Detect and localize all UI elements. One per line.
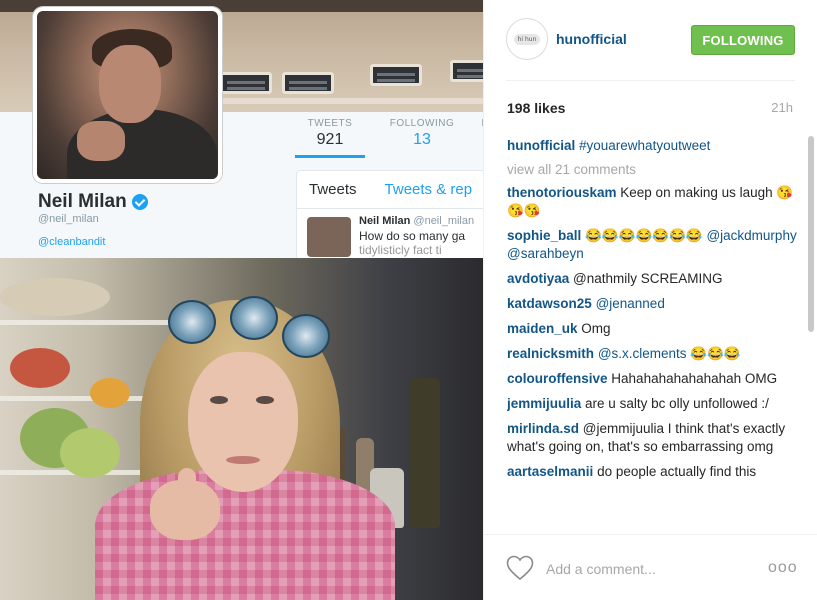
comment-username[interactable]: jemmijuulia — [507, 396, 581, 411]
comment-username[interactable]: mirlinda.sd — [507, 421, 579, 436]
header-divider — [506, 80, 795, 81]
twitter-avatar — [33, 7, 222, 183]
comment-item: aartaselmanii do people actually find th… — [507, 463, 797, 481]
twitter-link: @cleanbandit — [38, 236, 106, 248]
header-username[interactable]: hunofficial — [556, 31, 627, 47]
avatar[interactable]: hi hun — [506, 18, 548, 60]
more-options-icon[interactable]: ooo — [768, 559, 798, 577]
post-header: hi hun hunofficial FOLLOWING — [484, 0, 817, 80]
add-comment-input[interactable] — [546, 559, 746, 579]
comments-list: hunofficial #youarewhatyoutweet view all… — [507, 137, 797, 534]
comment-text: do people actually find this — [597, 464, 757, 479]
comment-item: thenotoriouskam Keep on making us laugh … — [507, 184, 797, 220]
comment-item: jemmijuulia are u salty bc olly unfollow… — [507, 395, 797, 413]
following-button[interactable]: FOLLOWING — [691, 25, 795, 55]
caption-username[interactable]: hunofficial — [507, 138, 575, 153]
comment-item: colouroffensive Hahahahahahahahah OMG — [507, 370, 797, 388]
verified-icon — [131, 194, 148, 210]
comment-item: katdawson25 @jenanned — [507, 295, 797, 313]
post-sidebar: hi hun hunofficial FOLLOWING 198 likes 2… — [483, 0, 817, 600]
comment-text: @jenanned — [595, 296, 665, 311]
comment-username[interactable]: sophie_ball — [507, 228, 581, 243]
comment-text: @nathmily SCREAMING — [573, 271, 723, 286]
comment-username[interactable]: realnicksmith — [507, 346, 594, 361]
heart-icon[interactable] — [506, 555, 534, 581]
tab-tweets-replies: Tweets & rep — [384, 181, 473, 198]
tab-tweets: Tweets — [309, 181, 357, 198]
comment-item: maiden_uk Omg — [507, 320, 797, 338]
twitter-tweet: Neil Milan @neil_milan How do so many ga… — [297, 209, 483, 257]
comment-username[interactable]: aartaselmanii — [507, 464, 593, 479]
post-timestamp[interactable]: 21h — [771, 100, 793, 115]
comment-item: realnicksmith @s.x.clements 😂😂😂 — [507, 345, 797, 363]
caption-hashtag[interactable]: #youarewhatyoutweet — [579, 138, 710, 153]
comment-username[interactable]: avdotiyaa — [507, 271, 569, 286]
comment-text: Omg — [581, 321, 611, 336]
twitter-handle: @neil_milan — [38, 213, 99, 225]
comments-scrollbar[interactable] — [808, 136, 814, 332]
instagram-post-view: TWEETS 921 FOLLOWING 13 FO 1 Neil Milan … — [0, 0, 817, 600]
caption: hunofficial #youarewhatyoutweet — [507, 137, 797, 155]
comment-username[interactable]: katdawson25 — [507, 296, 592, 311]
comment-text: are u salty bc olly unfollowed :/ — [585, 396, 769, 411]
comment-item: avdotiyaa @nathmily SCREAMING — [507, 270, 797, 288]
add-comment-bar: ooo — [484, 534, 817, 600]
twitter-stats: TWEETS 921 FOLLOWING 13 FO 1 — [295, 118, 483, 158]
twitter-tabs: Tweets Tweets & rep — [297, 171, 483, 209]
comment-text: @s.x.clements 😂😂😂 — [597, 346, 741, 361]
comment-item: sophie_ball 😂😂😂😂😂😂😂 @jackdmurphy @sarahb… — [507, 227, 797, 263]
comment-item: mirlinda.sd @jemmijuulia I think that's … — [507, 420, 797, 456]
comment-username[interactable]: colouroffensive — [507, 371, 608, 386]
twitter-name: Neil Milan — [38, 191, 148, 213]
post-image: TWEETS 921 FOLLOWING 13 FO 1 Neil Milan … — [0, 0, 483, 600]
view-all-comments-link[interactable]: view all 21 comments — [507, 162, 797, 177]
stat-following: FOLLOWING 13 — [389, 118, 455, 148]
stat-tweets: TWEETS 921 — [295, 118, 365, 158]
likes-count[interactable]: 198 likes — [507, 100, 565, 116]
comment-username[interactable]: maiden_uk — [507, 321, 578, 336]
tweet-avatar — [307, 217, 351, 257]
comment-text: Hahahahahahahahah OMG — [611, 371, 778, 386]
avatar-text: hi hun — [513, 33, 541, 45]
twitter-profile-screenshot: TWEETS 921 FOLLOWING 13 FO 1 Neil Milan … — [0, 0, 483, 258]
comment-username[interactable]: thenotoriouskam — [507, 185, 617, 200]
twitter-feed: Tweets Tweets & rep Neil Milan @neil_mil… — [296, 170, 483, 258]
